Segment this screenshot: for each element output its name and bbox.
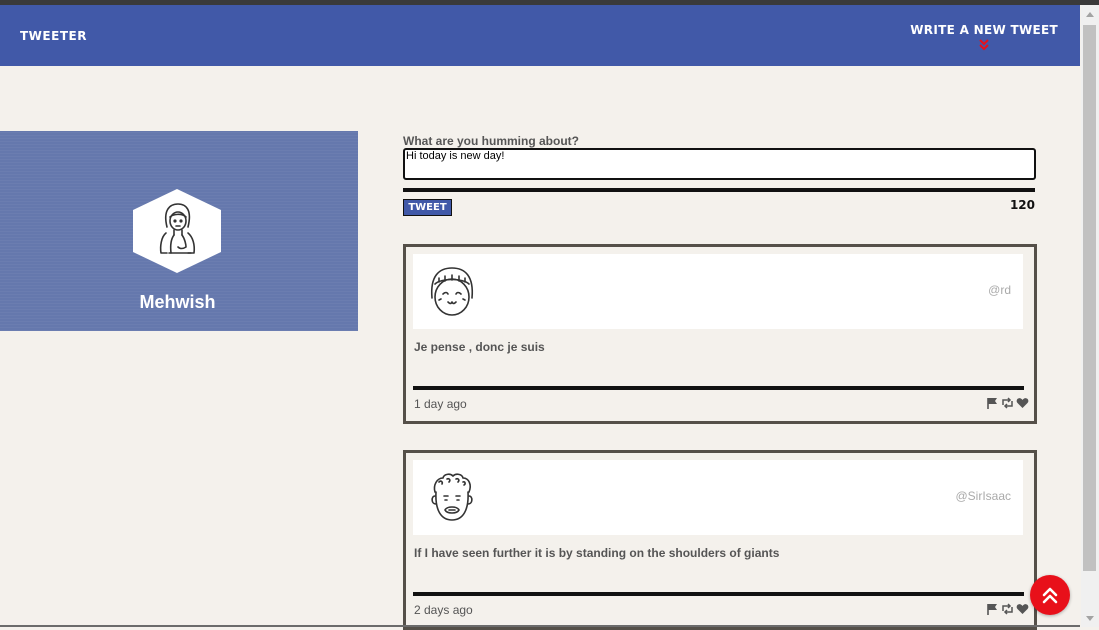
tweet-actions [986,602,1029,615]
tweet-text: Je pense , donc je suis [414,340,545,354]
tweet-header: @SirIsaac [413,460,1023,535]
woman-avatar-icon [133,189,221,273]
profile-name: Mehwish [139,292,216,312]
tweet-text: If I have seen further it is by standing… [414,546,780,560]
tweet-card: @rd Je pense , donc je suis 1 day ago [403,244,1037,424]
flag-icon[interactable] [986,602,999,615]
tweet-divider [413,592,1024,596]
retweet-icon[interactable] [1001,602,1014,615]
top-navbar: TWEETER WRITE A NEW TWEET [0,5,1080,66]
girl-avatar-icon [430,267,474,316]
tweet-card: @SirIsaac If I have seen further it is b… [403,450,1037,630]
write-new-tweet-label[interactable]: WRITE A NEW TWEET [910,23,1058,37]
tweet-actions [986,396,1029,409]
tweet-handle[interactable]: @SirIsaac [955,489,1011,503]
heart-icon[interactable] [1016,396,1029,408]
compose-divider [403,188,1035,192]
curly-hair-man-avatar-icon [431,473,473,521]
scroll-to-top-button[interactable] [1030,575,1070,615]
profile-card: Mehwish [0,131,358,331]
compose-textarea[interactable]: Hi today is new day! [403,148,1036,180]
retweet-icon[interactable] [1001,396,1014,409]
tweet-header: @rd [413,254,1023,329]
flag-icon[interactable] [986,396,999,409]
tweet-timestamp: 2 days ago [414,603,473,617]
double-chevron-up-icon[interactable] [1042,586,1058,604]
character-counter: 120 [1009,198,1035,212]
page-scrollbar[interactable] [1081,5,1099,627]
tweet-submit-button[interactable]: TWEET [403,199,452,216]
write-new-tweet-toggle[interactable]: WRITE A NEW TWEET [910,23,1058,51]
tweet-timestamp: 1 day ago [414,397,467,411]
tweet-handle[interactable]: @rd [988,283,1011,297]
scroll-down-arrow-icon[interactable] [1086,616,1094,621]
tweet-divider [413,386,1024,390]
scrollbar-thumb[interactable] [1083,25,1096,571]
compose-label: What are you humming about? [403,134,579,148]
brand-logo[interactable]: TWEETER [20,29,87,43]
double-chevron-down-icon[interactable] [977,39,991,51]
scroll-up-arrow-icon[interactable] [1086,12,1094,17]
heart-icon[interactable] [1016,602,1029,614]
